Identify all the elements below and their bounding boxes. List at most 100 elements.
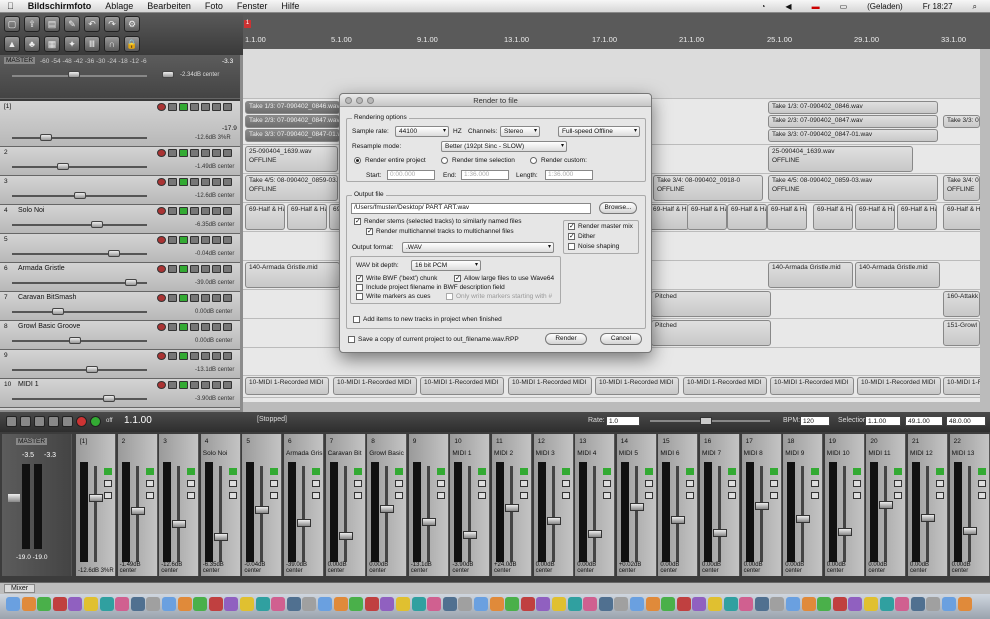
fx-icon[interactable] bbox=[478, 468, 487, 475]
track-volume-fader[interactable] bbox=[12, 398, 147, 400]
io-icon[interactable] bbox=[168, 178, 177, 186]
fx-icon[interactable] bbox=[145, 468, 154, 475]
strip-fader[interactable] bbox=[593, 466, 597, 562]
env-icon[interactable] bbox=[212, 265, 221, 273]
dock-app-icon[interactable] bbox=[302, 597, 317, 611]
take-item[interactable]: Take 2/3: 07-090402_0847.wav bbox=[768, 115, 938, 128]
dock-app-icon[interactable] bbox=[848, 597, 863, 611]
midi-item[interactable]: 69-Half & Ha bbox=[245, 204, 285, 230]
strip-name[interactable]: MIDI 7 bbox=[702, 450, 740, 457]
browse-button[interactable]: Browse... bbox=[599, 202, 637, 214]
dock-app-icon[interactable] bbox=[146, 597, 161, 611]
strip-fader-knob[interactable] bbox=[421, 518, 436, 526]
track-header[interactable]: 11MIDI 2 bbox=[0, 408, 240, 410]
fx-icon[interactable] bbox=[894, 468, 903, 475]
spotlight-icon[interactable]: ⌕ bbox=[966, 2, 984, 12]
track-volume-knob[interactable] bbox=[57, 163, 69, 170]
dock-app-icon[interactable] bbox=[286, 597, 301, 611]
mute-icon[interactable] bbox=[312, 480, 320, 487]
ripple-icon[interactable]: ♣ bbox=[24, 36, 40, 52]
track-name[interactable]: Solo Noi bbox=[18, 207, 44, 214]
take-item[interactable]: Take 1/3: 07-090402_0846.wav bbox=[768, 101, 938, 114]
mute-icon[interactable] bbox=[190, 149, 199, 157]
strip-fader-knob[interactable] bbox=[463, 531, 478, 539]
wifi-icon[interactable]: ◔ bbox=[754, 2, 773, 11]
dock-app-icon[interactable] bbox=[349, 597, 364, 611]
strip-fader-knob[interactable] bbox=[713, 529, 727, 537]
record-arm-icon[interactable] bbox=[157, 352, 166, 360]
dock-app-icon[interactable] bbox=[271, 597, 286, 611]
mixer-strip[interactable]: 8 Growl Basic 0.00dB center bbox=[367, 434, 408, 576]
dock-app-icon[interactable] bbox=[240, 597, 254, 611]
mute-icon[interactable] bbox=[190, 103, 199, 111]
dock-app-icon[interactable] bbox=[130, 597, 145, 611]
io-icon[interactable] bbox=[168, 149, 177, 157]
strip-name[interactable]: Armada Gris bbox=[286, 450, 324, 457]
phase-icon[interactable] bbox=[223, 207, 232, 215]
strip-name[interactable]: MIDI 13 bbox=[952, 450, 990, 457]
mixer-strip[interactable]: 17 MIDI 8 0.00dB center bbox=[741, 434, 782, 576]
offline-item[interactable]: 25-090404_1639.wav OFFLINE bbox=[768, 146, 913, 172]
dock-app-icon[interactable] bbox=[333, 597, 348, 611]
dock-app-icon[interactable] bbox=[489, 597, 504, 611]
solo-icon[interactable] bbox=[894, 492, 903, 499]
track-header[interactable]: 5 -0.04dB center bbox=[0, 234, 240, 263]
io-icon[interactable] bbox=[168, 103, 177, 111]
bitdepth-select[interactable]: 16 bit PCM bbox=[411, 260, 481, 271]
phase-icon[interactable] bbox=[223, 294, 232, 302]
midi-item[interactable]: 10-MIDI 1-Recorded MIDI bbox=[595, 377, 679, 395]
midi-item[interactable]: 69-Half & Ha bbox=[943, 204, 983, 230]
strip-fader-knob[interactable] bbox=[380, 505, 395, 513]
track-volume-knob[interactable] bbox=[91, 221, 103, 228]
dock-app-icon[interactable] bbox=[754, 597, 769, 611]
strip-fader-knob[interactable] bbox=[962, 527, 977, 535]
pause-icon[interactable] bbox=[34, 416, 45, 427]
dock-app-icon[interactable] bbox=[224, 597, 239, 611]
sample-rate-select[interactable]: 44100 bbox=[395, 126, 449, 137]
metronome-icon[interactable]: ▲ bbox=[4, 36, 20, 52]
mixer-strip[interactable]: 13 MIDI 4 0.00dB center bbox=[575, 434, 616, 576]
dock-app-icon[interactable] bbox=[21, 597, 36, 611]
midi-item[interactable]: 69-Half & Ha bbox=[767, 204, 807, 230]
fx-icon[interactable] bbox=[179, 178, 188, 186]
solo-icon[interactable] bbox=[187, 492, 196, 499]
dock-app-icon[interactable] bbox=[676, 597, 691, 611]
env-icon[interactable] bbox=[212, 236, 221, 244]
vertical-scrollbar[interactable] bbox=[980, 49, 990, 402]
dock-app-icon[interactable] bbox=[692, 597, 707, 611]
undo-icon[interactable]: ↶ bbox=[84, 16, 100, 32]
midi-item[interactable]: 10-MIDI 1-Recorded MIDI bbox=[683, 377, 767, 395]
fx-icon[interactable] bbox=[179, 236, 188, 244]
mute-icon[interactable] bbox=[561, 480, 570, 487]
strip-fader[interactable] bbox=[302, 466, 305, 562]
mixer-strip[interactable]: 9 -13.1dB center bbox=[408, 434, 449, 576]
horizontal-scrollbar[interactable] bbox=[243, 402, 990, 412]
rate-slider-knob[interactable] bbox=[700, 417, 712, 425]
dock-app-icon[interactable] bbox=[505, 597, 520, 611]
solo-icon[interactable] bbox=[436, 492, 445, 499]
mute-icon[interactable] bbox=[811, 480, 820, 487]
stems-checkbox[interactable]: ✓ bbox=[354, 218, 361, 225]
solo-icon[interactable] bbox=[201, 207, 210, 215]
midi-item[interactable]: 69-Half & Ha bbox=[687, 204, 727, 230]
strip-fader-knob[interactable] bbox=[796, 515, 811, 523]
strip-fader[interactable] bbox=[343, 466, 347, 562]
fx-icon[interactable] bbox=[769, 468, 778, 475]
io-icon[interactable] bbox=[168, 294, 177, 302]
strip-fader[interactable] bbox=[177, 466, 181, 562]
crossfade-icon[interactable]: ∩ bbox=[104, 36, 120, 52]
dock-app-icon[interactable] bbox=[99, 597, 114, 611]
dock-app-icon[interactable] bbox=[52, 597, 67, 611]
dock-app-icon[interactable] bbox=[957, 597, 972, 611]
dock-app-icon[interactable] bbox=[177, 597, 192, 611]
solo-icon[interactable] bbox=[728, 492, 736, 499]
channels-select[interactable]: Stereo bbox=[500, 126, 540, 137]
solo-icon[interactable] bbox=[145, 492, 154, 499]
track-header[interactable]: 6 Armada Gristle -39.0dB center bbox=[0, 263, 240, 292]
strip-fader[interactable] bbox=[385, 466, 389, 562]
take-item[interactable]: Take 3/4: 08-090402_0918-0 OFFLINE bbox=[653, 175, 763, 201]
mixer-strip[interactable]: 14 MIDI 5 +0.02dB center bbox=[616, 434, 657, 576]
strip-fader-knob[interactable] bbox=[671, 516, 686, 524]
dock-app-icon[interactable] bbox=[942, 597, 956, 611]
fx-icon[interactable] bbox=[179, 207, 188, 215]
